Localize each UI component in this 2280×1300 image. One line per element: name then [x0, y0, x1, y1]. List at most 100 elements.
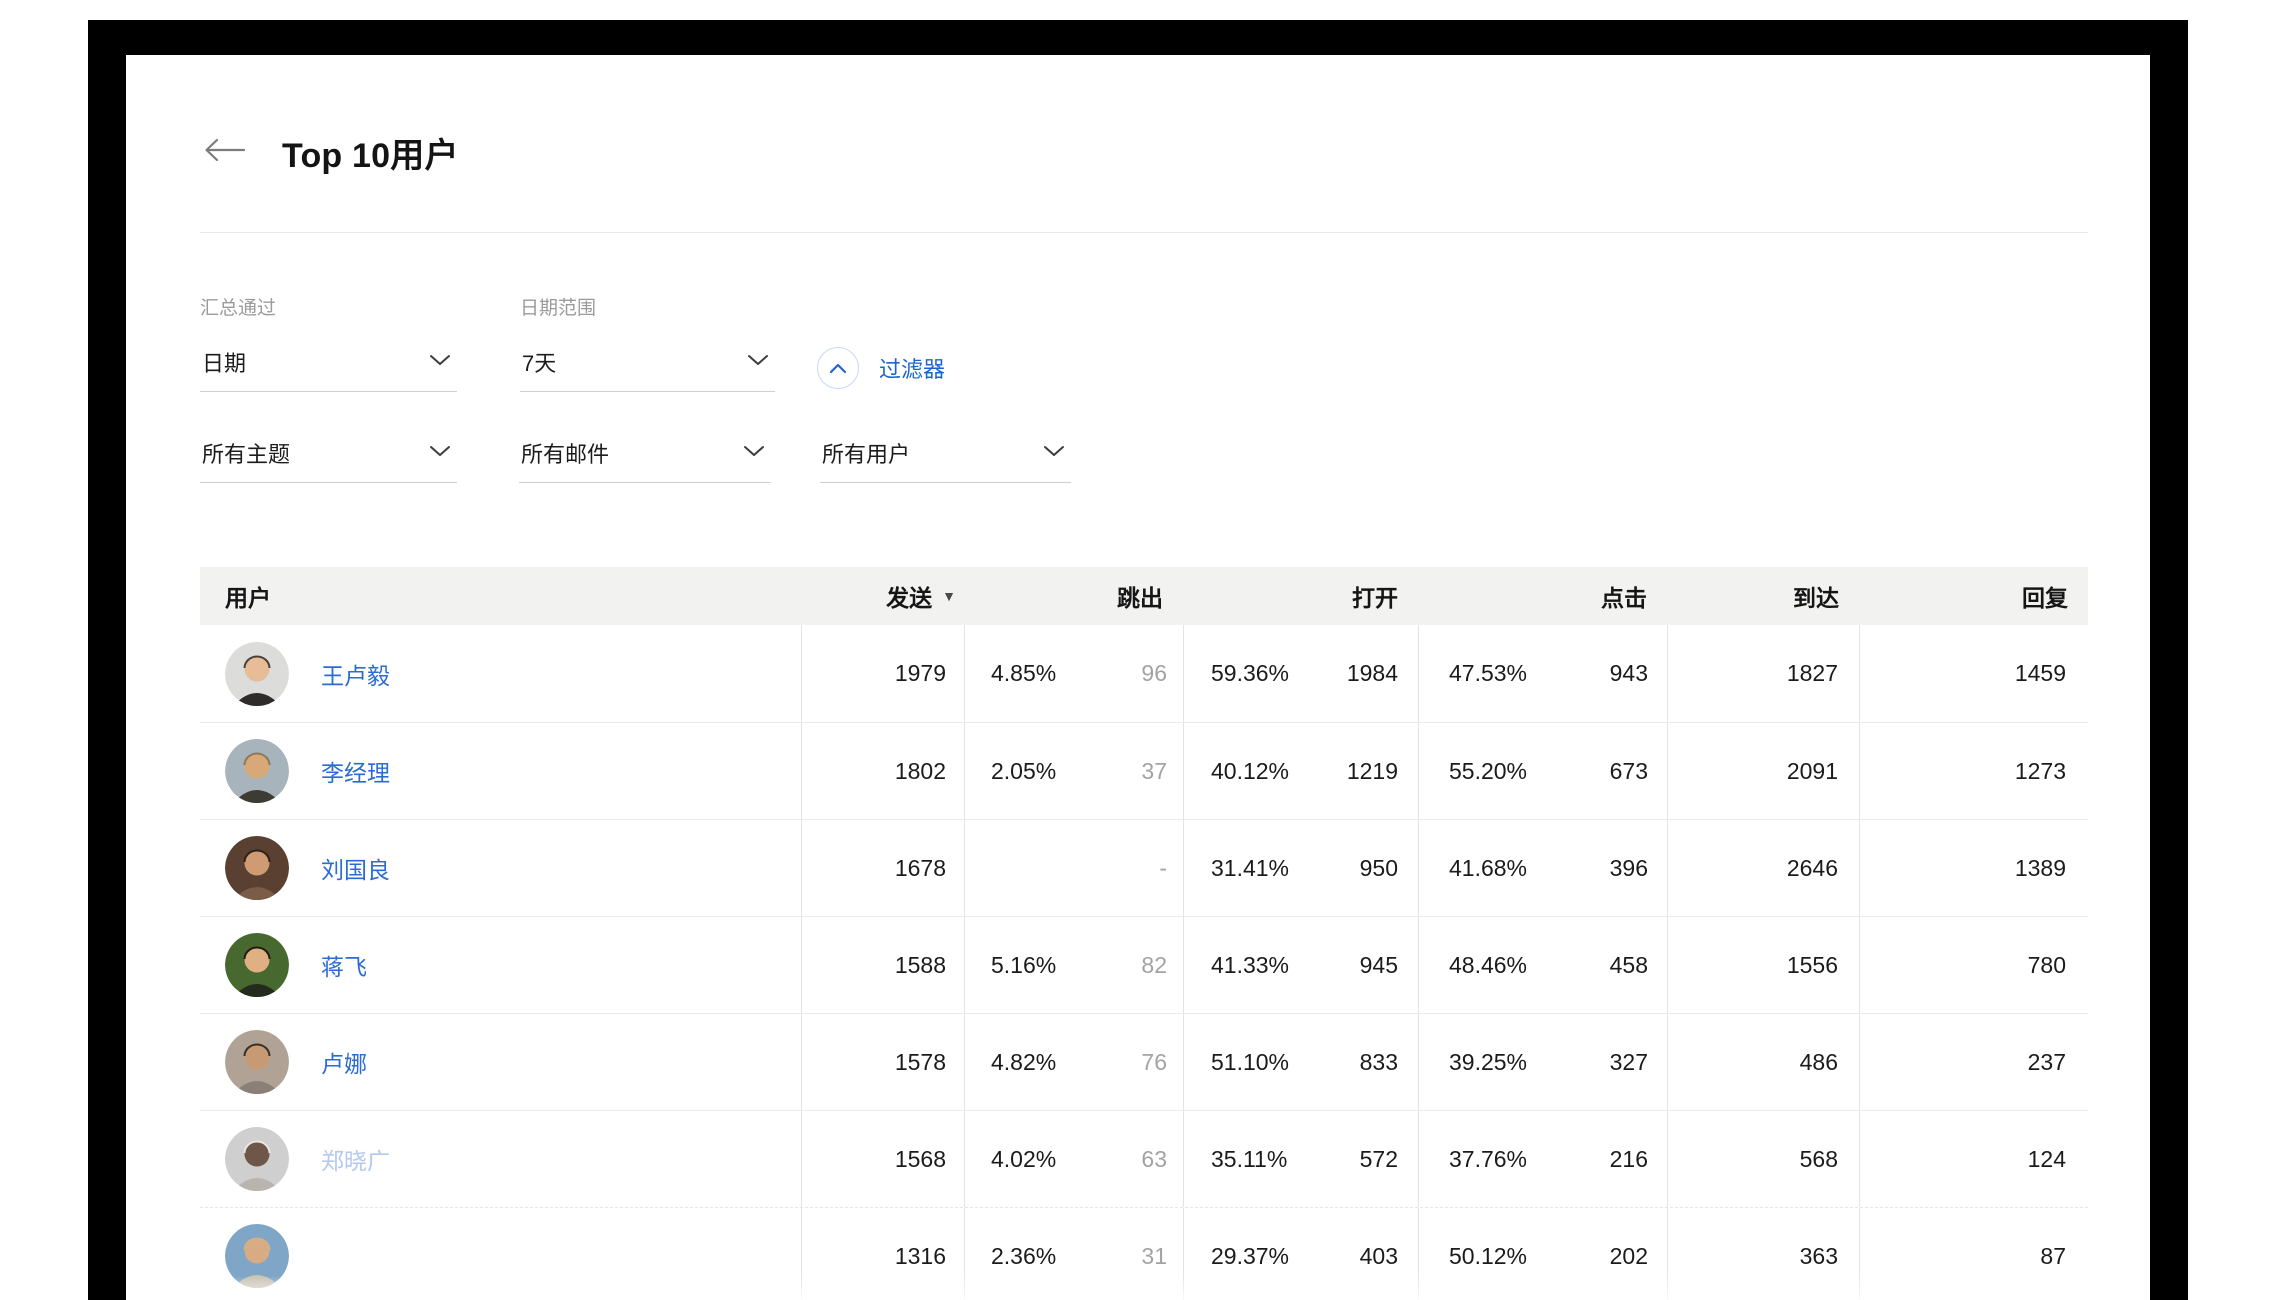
column-header-click: 点击 [1418, 567, 1667, 625]
column-header-sent-label: 发送 [886, 579, 932, 613]
delivered-cell: 1556 [1667, 917, 1859, 1013]
user-name-link[interactable]: 郑晓广 [321, 1142, 390, 1176]
delivered-cell: 1827 [1667, 625, 1859, 722]
delivered-cell: 363 [1667, 1208, 1859, 1300]
page-header: Top 10用户 [200, 127, 459, 177]
summarize-by-value: 日期 [202, 346, 246, 378]
click-cell: 39.25% 327 [1418, 1014, 1667, 1110]
bounce-cell: 4.02% 63 [964, 1111, 1183, 1207]
open-cell: 40.12% 1219 [1183, 723, 1418, 819]
delivered-cell: 2091 [1667, 723, 1859, 819]
click-percent: 37.76% [1449, 1146, 1527, 1173]
chevron-down-icon [1043, 444, 1065, 462]
reply-cell: 87 [1859, 1208, 2088, 1300]
click-percent: 50.12% [1449, 1243, 1527, 1270]
user-cell [200, 1208, 801, 1300]
page-content: Top 10用户 汇总通过 日期范围 日期 7天 过滤器 所有主题 所有邮件 [126, 55, 2150, 1300]
chevron-down-icon [429, 444, 451, 462]
reply-cell: 1273 [1859, 723, 2088, 819]
click-percent: 39.25% [1449, 1049, 1527, 1076]
user-name-link[interactable]: 刘国良 [321, 851, 390, 885]
topic-select[interactable]: 所有主题 [200, 423, 457, 483]
open-count: 572 [1360, 1146, 1398, 1173]
bounce-count: 82 [1141, 952, 1167, 979]
open-cell: 51.10% 833 [1183, 1014, 1418, 1110]
open-cell: 35.11% 572 [1183, 1111, 1418, 1207]
avatar [225, 836, 289, 900]
users-table: 用户 发送 ▼ 跳出 打开 点击 到达 回复 王卢毅 1979 [200, 567, 2088, 1300]
avatar [225, 1127, 289, 1191]
user-name-link[interactable]: 李经理 [321, 754, 390, 788]
bounce-cell: - [964, 820, 1183, 916]
open-cell: 59.36% 1984 [1183, 625, 1418, 722]
column-header-open: 打开 [1183, 567, 1418, 625]
column-header-reply: 回复 [1859, 567, 2088, 625]
open-percent: 29.37% [1211, 1243, 1289, 1270]
table-row: 王卢毅 1979 4.85% 96 59.36% 1984 47.53% 943… [200, 625, 2088, 722]
open-count: 403 [1360, 1243, 1398, 1270]
bounce-cell: 4.85% 96 [964, 625, 1183, 722]
bounce-count: 76 [1141, 1049, 1167, 1076]
date-range-select[interactable]: 7天 [520, 332, 775, 392]
click-cell: 41.68% 396 [1418, 820, 1667, 916]
sent-cell: 1588 [801, 917, 964, 1013]
back-button[interactable] [200, 134, 246, 171]
open-percent: 59.36% [1211, 660, 1289, 687]
click-percent: 55.20% [1449, 758, 1527, 785]
table-header-row: 用户 发送 ▼ 跳出 打开 点击 到达 回复 [200, 567, 2088, 625]
user-cell: 卢娜 [200, 1014, 801, 1110]
reply-cell: 1389 [1859, 820, 2088, 916]
open-count: 1219 [1347, 758, 1398, 785]
bounce-percent: 2.36% [991, 1243, 1056, 1270]
bounce-percent: 4.82% [991, 1049, 1056, 1076]
click-cell: 50.12% 202 [1418, 1208, 1667, 1300]
header-divider [200, 232, 2088, 233]
open-percent: 31.41% [1211, 855, 1289, 882]
filter-toggle-button[interactable]: 过滤器 [817, 347, 945, 389]
avatar [225, 933, 289, 997]
click-count: 396 [1610, 855, 1648, 882]
column-header-user: 用户 [200, 567, 801, 625]
click-percent: 41.68% [1449, 855, 1527, 882]
table-row: 卢娜 1578 4.82% 76 51.10% 833 39.25% 327 4… [200, 1013, 2088, 1110]
user-cell: 刘国良 [200, 820, 801, 916]
chevron-down-icon [743, 444, 765, 462]
click-count: 943 [1610, 660, 1648, 687]
topic-value: 所有主题 [202, 437, 290, 469]
summarize-by-select[interactable]: 日期 [200, 332, 457, 392]
page-title: Top 10用户 [282, 128, 459, 177]
open-cell: 29.37% 403 [1183, 1208, 1418, 1300]
bounce-count: 96 [1141, 660, 1167, 687]
user-cell: 郑晓广 [200, 1111, 801, 1207]
table-row: 李经理 1802 2.05% 37 40.12% 1219 55.20% 673… [200, 722, 2088, 819]
avatar [225, 1030, 289, 1094]
open-cell: 31.41% 950 [1183, 820, 1418, 916]
summarize-by-label: 汇总通过 [200, 293, 276, 320]
click-cell: 47.53% 943 [1418, 625, 1667, 722]
column-header-sent[interactable]: 发送 ▼ [801, 567, 964, 625]
sent-cell: 1979 [801, 625, 964, 722]
user-cell: 王卢毅 [200, 625, 801, 722]
bounce-cell: 2.36% 31 [964, 1208, 1183, 1300]
sent-cell: 1802 [801, 723, 964, 819]
delivered-cell: 486 [1667, 1014, 1859, 1110]
avatar [225, 739, 289, 803]
date-range-value: 7天 [522, 346, 556, 378]
user-value: 所有用户 [822, 437, 910, 469]
sort-desc-icon: ▼ [942, 589, 956, 603]
bounce-count: - [1159, 855, 1167, 882]
bounce-count: 31 [1141, 1243, 1167, 1270]
avatar [225, 642, 289, 706]
email-select[interactable]: 所有邮件 [519, 423, 771, 483]
user-select[interactable]: 所有用户 [820, 423, 1071, 483]
bounce-percent: 5.16% [991, 952, 1056, 979]
open-percent: 35.11% [1211, 1146, 1287, 1173]
sent-cell: 1678 [801, 820, 964, 916]
sent-cell: 1316 [801, 1208, 964, 1300]
chevron-down-icon [429, 353, 451, 371]
user-name-link[interactable]: 卢娜 [321, 1045, 367, 1079]
user-name-link[interactable]: 蒋飞 [321, 948, 367, 982]
user-name-link[interactable]: 王卢毅 [321, 657, 390, 691]
window-frame-right [2150, 20, 2188, 1300]
sent-cell: 1578 [801, 1014, 964, 1110]
